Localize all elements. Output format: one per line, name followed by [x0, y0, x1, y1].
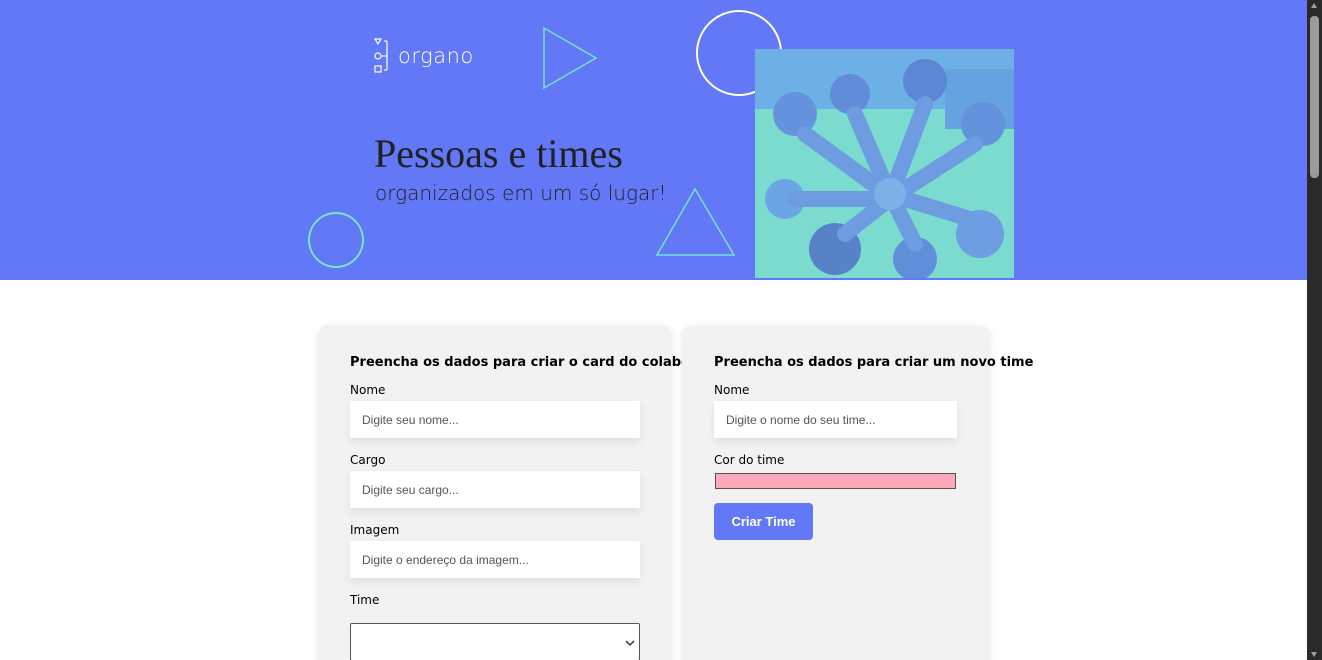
- team-name-input[interactable]: [714, 401, 957, 438]
- team-label: Time: [350, 593, 380, 607]
- logo[interactable]: organo: [374, 38, 474, 74]
- header-banner: organo Pessoas e times organizados em um…: [0, 0, 1307, 280]
- logo-mark-icon: [374, 38, 388, 73]
- scrollbar-thumb[interactable]: [1310, 16, 1319, 178]
- team-select[interactable]: [350, 623, 640, 660]
- collaborator-form-heading: Preencha os dados para criar o card do c…: [350, 355, 730, 370]
- image-url-input[interactable]: [350, 541, 640, 578]
- circle-decoration-bottom: [308, 212, 364, 268]
- play-triangle-decoration: [543, 26, 598, 90]
- team-color-label: Cor do time: [714, 453, 785, 467]
- triangle-decoration: [655, 187, 736, 256]
- scroll-down-icon[interactable]: [1311, 652, 1317, 657]
- page-scrollbar[interactable]: [1307, 0, 1322, 660]
- name-input[interactable]: [350, 401, 640, 438]
- scroll-up-icon[interactable]: [1311, 3, 1317, 8]
- role-input[interactable]: [350, 471, 640, 508]
- chevron-down-icon: [625, 636, 635, 650]
- role-label: Cargo: [350, 453, 386, 467]
- hero-title: Pessoas e times: [374, 131, 623, 176]
- name-label: Nome: [350, 383, 386, 397]
- logo-text: organo: [398, 44, 474, 68]
- hero-subtitle: organizados em um só lugar!: [375, 181, 667, 205]
- collaborator-form: Preencha os dados para criar o card do c…: [318, 325, 730, 660]
- team-form: Preencha os dados para criar um novo tim…: [682, 325, 1033, 660]
- create-team-button[interactable]: Criar Time: [714, 503, 813, 540]
- team-name-label: Nome: [714, 383, 750, 397]
- team-hands-photo: [755, 49, 1014, 278]
- team-color-picker[interactable]: [715, 473, 956, 489]
- image-label: Imagem: [350, 523, 400, 537]
- team-form-heading: Preencha os dados para criar um novo tim…: [714, 355, 1034, 370]
